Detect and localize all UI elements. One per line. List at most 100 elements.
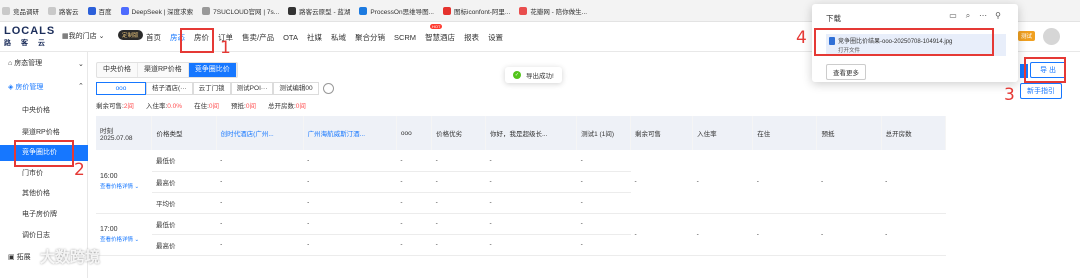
bookmark-item[interactable]: DeepSeek | 深度求索 <box>120 6 193 16</box>
hotel-filter[interactable]: 测试POI··· <box>230 82 274 95</box>
huaban-icon <box>519 6 528 15</box>
bookmark-item[interactable]: 竞品调研 <box>2 6 39 16</box>
table-cell: - <box>881 213 946 256</box>
hotel-filter[interactable]: 云丁门锁 <box>192 82 231 95</box>
test-badge: 测试 <box>1018 31 1036 41</box>
time-cell: 17:00 查看价格详情 ⌄ <box>96 213 152 256</box>
bookmark-item[interactable]: 7SUCLOUD官网 | 7s... <box>202 6 279 16</box>
hotel-filter[interactable]: 桔子酒店(··· <box>146 82 193 95</box>
custom-edition-badge: 定制版 <box>118 30 143 40</box>
sidebar-item-e-board[interactable]: 电子房价牌 <box>0 209 88 219</box>
iconfont-icon <box>443 6 451 15</box>
sidebar-item-adjust-log[interactable]: 调价日志 <box>0 230 88 240</box>
table-row: 16:00 查看价格详情 ⌄ 最低价 - - - - - - - - - - - <box>96 150 946 214</box>
main-content: 中央价格 渠道RP价格 竞争圈比价 ooo 桔子酒店(··· 云丁门锁 测试PO… <box>92 58 1032 278</box>
check-circle-icon: ✓ <box>513 71 521 79</box>
avatar[interactable] <box>1043 28 1060 45</box>
table-cell: - <box>485 192 577 214</box>
store-selector[interactable]: ▦我的门店 ⌄ <box>62 31 104 41</box>
folder-icon[interactable]: ▭ <box>949 12 957 20</box>
price-type-cell: 最低价 <box>151 150 217 172</box>
bookmark-item[interactable]: 花瓣网 - 陪你做生... <box>519 6 587 16</box>
column-header: 入住率 <box>692 116 754 150</box>
nav-scrm[interactable]: SCRM <box>394 33 416 42</box>
nav-ota[interactable]: OTA <box>283 33 298 42</box>
watermark: 大数跨境 <box>40 249 101 266</box>
nav-home[interactable]: 首页 <box>146 32 161 43</box>
hot-badge: HOT <box>430 24 443 29</box>
search-icon[interactable]: ⌕ <box>964 12 972 20</box>
processon-icon <box>359 6 368 15</box>
bookmark-item[interactable]: 路客云原型 - 蓝湖 <box>288 6 350 16</box>
logo-subtitle: 路 客 云 <box>4 40 49 47</box>
table-cell: - <box>431 192 486 214</box>
sidebar-item-room-status[interactable]: ⌂ 房态管理 <box>0 58 88 68</box>
table-cell: - <box>752 213 817 256</box>
logo: LOCALS <box>4 25 56 37</box>
table-cell: - <box>576 213 631 235</box>
table-cell: - <box>752 150 817 214</box>
annotation-box-2 <box>14 140 74 167</box>
nav-smart-hotel[interactable]: 智慧酒店 <box>425 32 455 43</box>
baidu-icon <box>87 6 96 15</box>
hotel-filter-ooo[interactable]: ooo <box>96 82 146 95</box>
time-cell: 16:00 查看价格详情 ⌄ <box>96 150 152 214</box>
column-header: 时刻 2025.07.08 <box>96 116 153 150</box>
nav-sales[interactable]: 售卖/产品 <box>242 32 274 43</box>
tab-central-price[interactable]: 中央价格 <box>97 63 138 77</box>
nav-reports[interactable]: 报表 <box>464 32 479 43</box>
nav-private[interactable]: 私域 <box>331 32 346 43</box>
price-icon: ◈ <box>8 84 14 91</box>
price-type-cell: 最高价 <box>151 171 217 193</box>
annotation-number-1: 1 <box>220 38 231 58</box>
table-cell: - <box>431 213 486 235</box>
bookmark-item[interactable]: 图标iconfont-阿里... <box>443 6 510 16</box>
download-toolbar: ▭ ⌕ ⋯ ⚲ <box>942 12 1002 20</box>
tab-channel-rp[interactable]: 渠道RP价格 <box>138 63 189 77</box>
stat-total-rooms: 总开房数:0间 <box>267 103 306 110</box>
table-cell: - <box>396 171 432 193</box>
sidebar-item-central-price[interactable]: 中央价格 <box>0 105 88 115</box>
bookmark-item[interactable]: ProcessOn思维导图... <box>359 6 434 16</box>
home-icon: ⌂ <box>8 60 13 67</box>
table-cell: - <box>396 192 432 214</box>
price-tabs: 中央价格 渠道RP价格 竞争圈比价 <box>96 62 238 78</box>
column-header: 剩余可售 <box>630 116 694 150</box>
table-cell: - <box>630 213 693 256</box>
pin-icon[interactable]: ⚲ <box>994 12 1002 20</box>
table-cell: - <box>216 192 304 214</box>
annotation-box-1 <box>180 28 214 53</box>
column-header[interactable]: 广州海航威斯汀酒... <box>303 116 397 150</box>
view-more-button[interactable]: 查看更多 <box>826 64 866 80</box>
table-cell: - <box>396 213 432 235</box>
sidebar-item-channel-rp[interactable]: 渠道RP价格 <box>0 127 88 137</box>
nav-social[interactable]: 社媒 <box>307 32 322 43</box>
column-header: 总开房数 <box>881 116 947 150</box>
stat-in-house: 在住:0间 <box>194 103 220 110</box>
column-header: 测试1 (1间) <box>576 116 631 150</box>
gear-icon[interactable] <box>322 83 334 94</box>
view-price-detail-link[interactable]: 查看价格详情 ⌄ <box>100 235 148 243</box>
guide-button[interactable]: 新手指引 <box>1020 83 1062 99</box>
table-cell: - <box>216 150 304 172</box>
tab-competitor[interactable]: 竞争圈比价 <box>188 63 237 77</box>
bookmark-item[interactable]: 百度 <box>87 6 112 16</box>
chevron-down-icon: ⌄ <box>98 33 105 40</box>
table-cell: - <box>692 213 753 256</box>
price-type-cell: 最低价 <box>151 213 217 235</box>
table-cell: - <box>816 150 882 214</box>
table-row: 17:00 查看价格详情 ⌄ 最低价 - - - - - - - - - - - <box>96 213 946 256</box>
view-price-detail-link[interactable]: 查看价格详情 ⌄ <box>100 182 148 190</box>
column-header: 预抵 <box>816 116 882 150</box>
sidebar-item-other-price[interactable]: 其他价格 <box>0 188 88 198</box>
column-header: 你好，我是超级长... <box>485 116 578 150</box>
bookmark-item[interactable]: 路客云 <box>48 6 79 16</box>
hotel-filter[interactable]: 测试编辑00 <box>273 82 319 95</box>
annotation-box-3 <box>1024 57 1066 83</box>
nav-settings[interactable]: 设置 <box>488 32 503 43</box>
nav-distribution[interactable]: 聚合分销 <box>355 32 385 43</box>
more-icon[interactable]: ⋯ <box>979 12 987 20</box>
sidebar-item-price-mgmt[interactable]: ◈ 房价管理 <box>0 82 88 92</box>
table-cell: - <box>816 213 882 256</box>
column-header[interactable]: 创时代酒店(广州... <box>216 116 304 150</box>
